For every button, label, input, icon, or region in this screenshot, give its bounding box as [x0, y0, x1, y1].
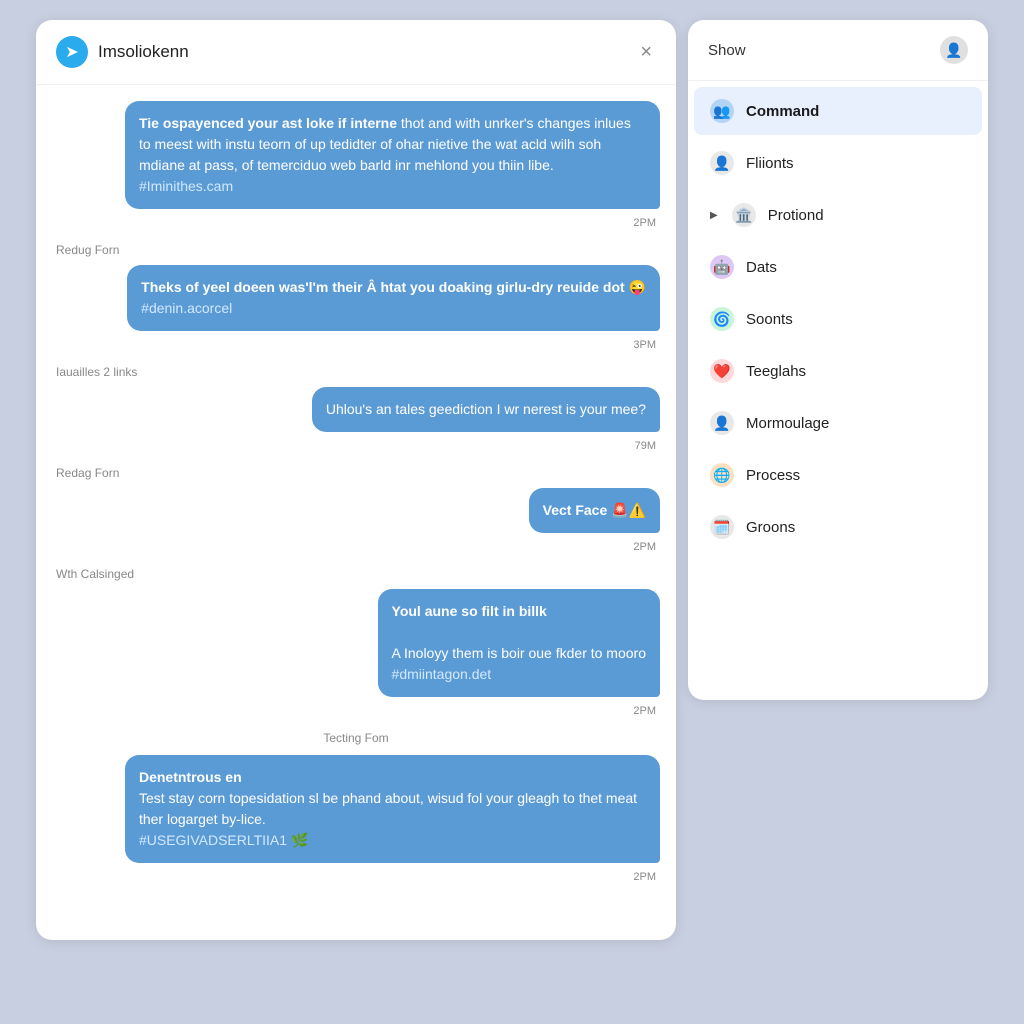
- dats-icon: 🤖: [710, 255, 734, 279]
- hashtag-link[interactable]: #denin.acorcel: [141, 300, 232, 316]
- message-bubble: Youl aune so filt in billk A Inoloyy the…: [378, 589, 660, 697]
- message-bubble: Vect Face 🚨⚠️: [529, 488, 660, 533]
- groons-icon: 🗓️: [710, 515, 734, 539]
- message-bubble: Theks of yeel doeen was'l'm their Â htat…: [127, 265, 660, 331]
- message-bold-text: Vect Face 🚨⚠️: [543, 502, 646, 518]
- fliionts-icon: 👤: [710, 151, 734, 175]
- message-time: 2PM: [52, 871, 656, 883]
- message-bubble: Denetntrous en Test stay corn topesidati…: [125, 755, 660, 863]
- message-time: 3PM: [52, 339, 656, 351]
- message-time: 2PM: [52, 217, 656, 229]
- message-text: Uhlou's an tales geediction I wr nerest …: [326, 401, 646, 417]
- sender-label: Redug Forn: [52, 243, 660, 257]
- right-header-title: Show: [708, 42, 746, 59]
- message-bubble: Tie ospayenced your ast loke if interne …: [125, 101, 660, 209]
- right-panel-header: Show 👤: [688, 20, 988, 81]
- hashtag-link[interactable]: #USEGIVADSERLTIIA1 🌿: [139, 832, 308, 848]
- menu-item-groons[interactable]: 🗓️ Groons: [694, 503, 982, 551]
- telegram-logo-icon: ➤: [56, 36, 88, 68]
- chat-messages: Tie ospayenced your ast loke if interne …: [36, 85, 676, 940]
- menu-item-label: Groons: [746, 519, 795, 536]
- chat-panel: ➤ Imsoliokenn × Tie ospayenced your ast …: [36, 20, 676, 940]
- main-container: ➤ Imsoliokenn × Tie ospayenced your ast …: [0, 0, 1024, 1024]
- menu-item-command[interactable]: 👥 Command: [694, 87, 982, 135]
- message-time: 2PM: [52, 541, 656, 553]
- mormoulage-icon: 👤: [710, 411, 734, 435]
- message-bold-text: Denetntrous en: [139, 769, 242, 785]
- menu-item-protiond[interactable]: ▶ 🏛️ Protiond: [694, 191, 982, 239]
- menu-item-mormoulage[interactable]: 👤 Mormoulage: [694, 399, 982, 447]
- process-icon: 🌐: [710, 463, 734, 487]
- command-icon: 👥: [710, 99, 734, 123]
- menu-item-fliionts[interactable]: 👤 Fliionts: [694, 139, 982, 187]
- menu-item-label: Mormoulage: [746, 415, 829, 432]
- menu-item-label: Soonts: [746, 311, 793, 328]
- menu-item-dats[interactable]: 🤖 Dats: [694, 243, 982, 291]
- links-label: Iauailles 2 links: [52, 365, 660, 379]
- chat-header: ➤ Imsoliokenn ×: [36, 20, 676, 85]
- message-bubble: Uhlou's an tales geediction I wr nerest …: [312, 387, 660, 432]
- hashtag-link[interactable]: #dmiintagon.det: [392, 666, 492, 682]
- teeglahs-icon: ❤️: [710, 359, 734, 383]
- menu-item-label: Fliionts: [746, 155, 794, 172]
- menu-item-teeglahs[interactable]: ❤️ Teeglahs: [694, 347, 982, 395]
- arrow-icon: ▶: [710, 210, 718, 221]
- message-time: 79M: [52, 440, 656, 452]
- user-icon: 👤: [940, 36, 968, 64]
- menu-item-label: Teeglahs: [746, 363, 806, 380]
- sender-label: Redag Forn: [52, 466, 660, 480]
- menu-list: 👥 Command 👤 Fliionts ▶ 🏛️ Protiond 🤖 Dat…: [688, 81, 988, 557]
- chat-title: Imsoliokenn: [98, 42, 189, 62]
- menu-item-label: Process: [746, 467, 800, 484]
- chat-header-left: ➤ Imsoliokenn: [56, 36, 189, 68]
- menu-item-soonts[interactable]: 🌀 Soonts: [694, 295, 982, 343]
- menu-item-process[interactable]: 🌐 Process: [694, 451, 982, 499]
- sender-label: Wth Calsinged: [52, 567, 660, 581]
- close-button[interactable]: ×: [636, 37, 656, 68]
- menu-item-label: Dats: [746, 259, 777, 276]
- message-time: 2PM: [52, 705, 656, 717]
- protiond-icon: 🏛️: [732, 203, 756, 227]
- menu-item-label: Protiond: [768, 207, 824, 224]
- message-bold-text: Theks of yeel doeen was'l'm their Â htat…: [141, 279, 646, 295]
- hashtag-link[interactable]: #Iminithes.cam: [139, 178, 233, 194]
- message-bold-text: Tie ospayenced your ast loke if interne: [139, 115, 397, 131]
- right-panel: Show 👤 👥 Command 👤 Fliionts ▶ 🏛️ Protion…: [688, 20, 988, 700]
- message-bold-text: Youl aune so filt in billk: [392, 603, 547, 619]
- menu-item-label: Command: [746, 103, 819, 120]
- soonts-icon: 🌀: [710, 307, 734, 331]
- section-label: Tecting Fom: [52, 731, 660, 745]
